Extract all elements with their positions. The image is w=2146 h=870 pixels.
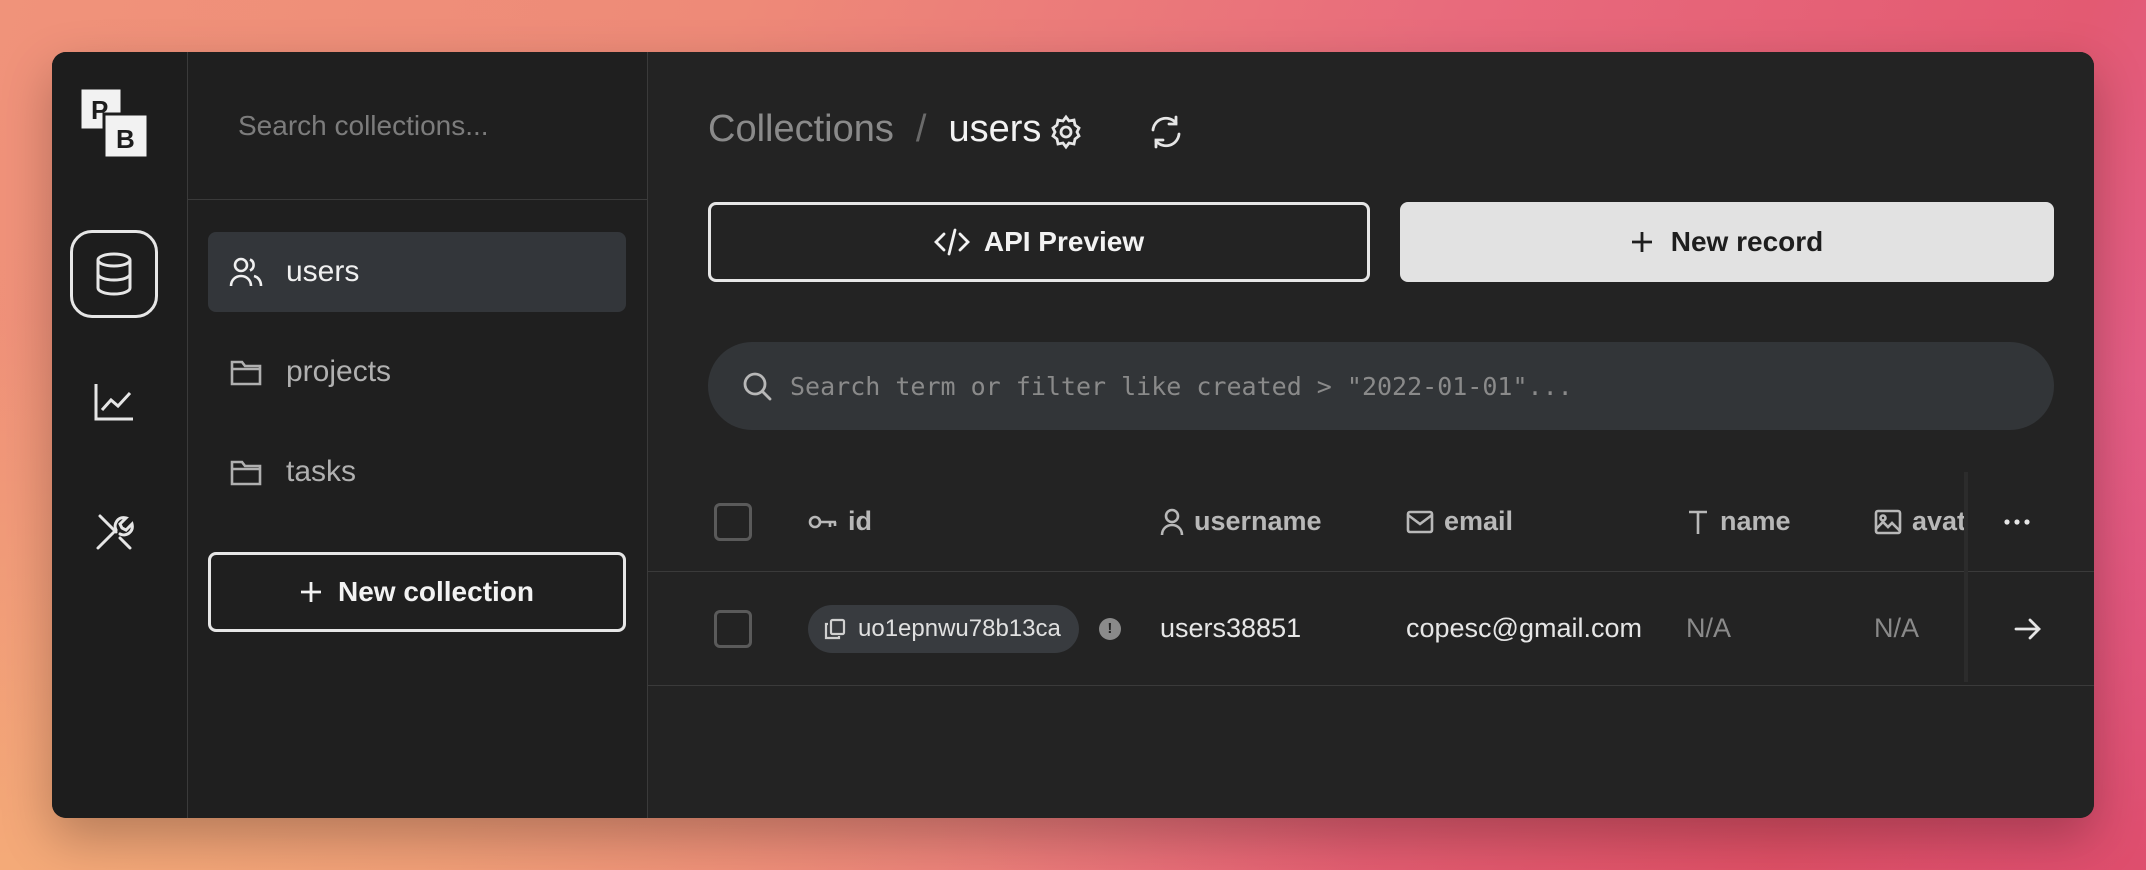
chart-icon <box>93 382 135 422</box>
key-icon <box>808 513 838 531</box>
record-id-value: uo1epnwu78b13ca <box>858 614 1061 642</box>
new-record-label: New record <box>1670 226 1824 257</box>
breadcrumb-current: users <box>948 108 1042 150</box>
column-header-email[interactable]: email <box>1406 472 1513 571</box>
logo-letter-p: P <box>91 95 108 125</box>
breadcrumb-separator: / <box>915 108 927 150</box>
mail-icon <box>1406 510 1434 534</box>
search-icon <box>742 371 772 401</box>
column-label: name <box>1720 506 1791 536</box>
new-record-button[interactable]: New record <box>1400 202 2054 282</box>
column-label: email <box>1444 506 1514 536</box>
rail-collections-button[interactable] <box>70 230 158 318</box>
breadcrumb-collections[interactable]: Collections <box>708 108 894 151</box>
icon-rail: P B <box>52 52 188 818</box>
collection-settings-button[interactable] <box>1044 110 1088 154</box>
sidebar-item-label: users <box>286 255 360 288</box>
copy-icon <box>824 618 846 640</box>
database-icon <box>94 252 134 296</box>
users-icon <box>228 254 264 290</box>
arrow-right-icon <box>2014 617 2042 641</box>
folder-icon <box>228 454 264 490</box>
more-columns-button[interactable] <box>2004 472 2030 571</box>
records-search-placeholder: Search term or filter like created > "20… <box>790 371 1573 401</box>
sidebar-item-tasks[interactable]: tasks <box>208 432 626 512</box>
new-collection-button[interactable]: New collection <box>208 552 626 632</box>
gear-icon <box>1048 114 1084 150</box>
record-name: N/A <box>1686 613 1732 643</box>
plus-icon <box>1631 231 1653 253</box>
open-record-button[interactable] <box>2014 572 2042 685</box>
rail-settings-button[interactable] <box>70 488 158 576</box>
record-id-copy[interactable]: uo1epnwu78b13ca <box>808 604 1079 653</box>
folder-icon <box>228 354 264 390</box>
table-row[interactable]: uo1epnwu78b13ca ! users38851 copesc@gmai… <box>648 572 2094 686</box>
column-header-avatar[interactable]: avata <box>1874 472 1964 571</box>
collections-sidebar: Search collections... users projects tas… <box>188 52 648 818</box>
api-preview-button[interactable]: API Preview <box>708 202 1370 282</box>
sidebar-item-label: projects <box>286 355 392 388</box>
collections-search-input[interactable]: Search collections... <box>188 52 647 200</box>
column-label: username <box>1194 506 1322 536</box>
sidebar-item-label: tasks <box>286 455 357 488</box>
row-checkbox[interactable] <box>714 572 752 685</box>
records-search-input[interactable]: Search term or filter like created > "20… <box>708 342 2054 430</box>
record-avatar: N/A <box>1874 613 1920 643</box>
text-icon <box>1686 509 1710 535</box>
breadcrumb: Collections / users <box>708 108 1041 151</box>
records-table: id username email name avat uo1epnwu78b1… <box>648 472 2094 686</box>
column-header-id[interactable]: id <box>808 472 872 571</box>
refresh-icon <box>1148 114 1184 150</box>
image-icon <box>1874 509 1902 535</box>
refresh-button[interactable] <box>1144 110 1188 154</box>
code-icon <box>933 228 970 256</box>
more-horizontal-icon <box>2004 518 2030 526</box>
tools-icon <box>94 512 134 552</box>
plus-icon <box>300 581 322 603</box>
main-panel: Collections / users API Preview New reco… <box>648 52 2094 818</box>
select-all-checkbox[interactable] <box>714 472 752 571</box>
column-label: avata <box>1912 506 1964 536</box>
logo-letter-b: B <box>116 124 135 154</box>
column-header-name[interactable]: name <box>1686 472 1791 571</box>
collections-search-placeholder: Search collections... <box>238 109 489 141</box>
new-collection-label: New collection <box>337 576 535 607</box>
app-window: P B Search collections... users projects… <box>52 52 2094 818</box>
sidebar-item-users[interactable]: users <box>208 232 626 312</box>
api-preview-label: API Preview <box>983 226 1145 257</box>
sticky-column-divider <box>1964 472 1968 682</box>
rail-logs-button[interactable] <box>70 358 158 446</box>
record-email: copesc@gmail.com <box>1406 613 1642 643</box>
table-header: id username email name avat <box>648 472 2094 572</box>
column-label: id <box>848 506 872 536</box>
column-header-username[interactable]: username <box>1160 472 1322 571</box>
record-id-cell: uo1epnwu78b13ca ! <box>808 572 1121 685</box>
sidebar-item-projects[interactable]: projects <box>208 332 626 412</box>
info-icon[interactable]: ! <box>1098 617 1121 640</box>
user-icon <box>1160 508 1184 536</box>
pocketbase-logo[interactable]: P B <box>76 84 154 162</box>
record-username: users38851 <box>1160 613 1302 643</box>
